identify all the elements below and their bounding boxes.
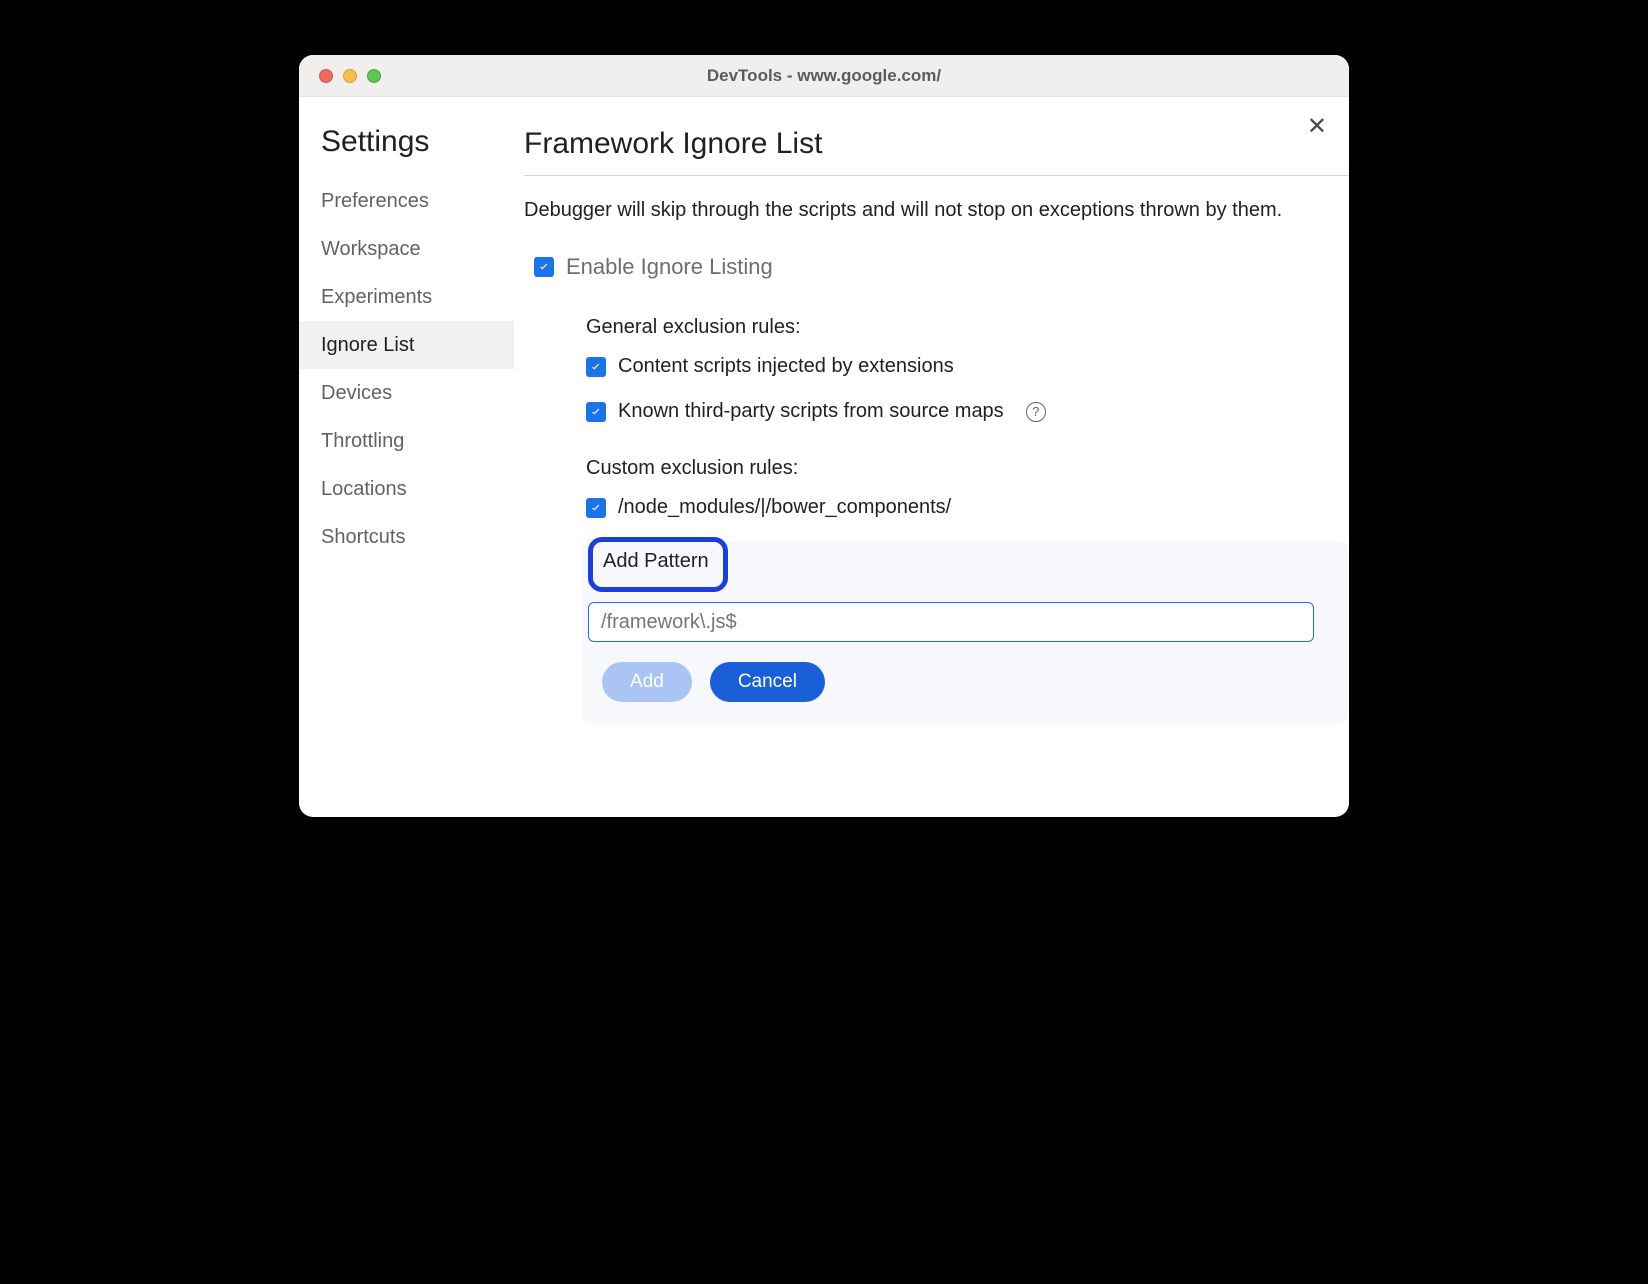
- maximize-window-button[interactable]: [367, 69, 381, 83]
- add-pattern-label: Add Pattern: [603, 550, 709, 573]
- main-panel: Framework Ignore List Debugger will skip…: [514, 97, 1349, 817]
- devtools-window: DevTools - www.google.com/ ✕ Settings Pr…: [299, 55, 1349, 817]
- sidebar-item-shortcuts[interactable]: Shortcuts: [299, 513, 514, 561]
- content-scripts-checkbox[interactable]: [586, 357, 606, 377]
- general-rules-label: General exclusion rules:: [586, 316, 1349, 339]
- sidebar-item-ignore-list[interactable]: Ignore List: [299, 321, 514, 369]
- window-title: DevTools - www.google.com/: [299, 66, 1349, 86]
- cancel-button[interactable]: Cancel: [710, 662, 825, 702]
- sidebar: Settings Preferences Workspace Experimen…: [299, 97, 514, 817]
- third-party-label: Known third-party scripts from source ma…: [618, 400, 1004, 423]
- third-party-checkbox[interactable]: [586, 402, 606, 422]
- sidebar-item-workspace[interactable]: Workspace: [299, 225, 514, 273]
- help-icon[interactable]: ?: [1026, 402, 1046, 422]
- sidebar-item-devices[interactable]: Devices: [299, 369, 514, 417]
- content-scripts-row: Content scripts injected by extensions: [586, 355, 1349, 378]
- enable-ignore-listing-row: Enable Ignore Listing: [534, 254, 1349, 280]
- add-pattern-panel: Add Pattern Add Cancel: [582, 541, 1348, 724]
- enable-ignore-listing-label: Enable Ignore Listing: [566, 254, 773, 280]
- node-modules-row: /node_modules/|/bower_components/: [586, 496, 1349, 519]
- node-modules-checkbox[interactable]: [586, 498, 606, 518]
- sidebar-title: Settings: [299, 125, 514, 177]
- third-party-row: Known third-party scripts from source ma…: [586, 400, 1349, 423]
- check-icon: [589, 360, 603, 374]
- content-area: ✕ Settings Preferences Workspace Experim…: [299, 97, 1349, 817]
- custom-rules-label: Custom exclusion rules:: [586, 457, 1349, 480]
- pattern-input[interactable]: [588, 602, 1314, 642]
- sidebar-item-locations[interactable]: Locations: [299, 465, 514, 513]
- titlebar: DevTools - www.google.com/: [299, 55, 1349, 97]
- node-modules-label: /node_modules/|/bower_components/: [618, 496, 951, 519]
- check-icon: [589, 501, 603, 515]
- traffic-lights: [299, 69, 381, 83]
- sidebar-item-preferences[interactable]: Preferences: [299, 177, 514, 225]
- close-window-button[interactable]: [319, 69, 333, 83]
- check-icon: [589, 405, 603, 419]
- sidebar-item-experiments[interactable]: Experiments: [299, 273, 514, 321]
- sidebar-item-throttling[interactable]: Throttling: [299, 417, 514, 465]
- content-scripts-label: Content scripts injected by extensions: [618, 355, 954, 378]
- page-description: Debugger will skip through the scripts a…: [524, 196, 1349, 224]
- button-row: Add Cancel: [602, 662, 1328, 702]
- minimize-window-button[interactable]: [343, 69, 357, 83]
- highlight-callout: Add Pattern: [588, 537, 728, 592]
- check-icon: [537, 260, 551, 274]
- close-icon[interactable]: ✕: [1307, 115, 1327, 139]
- add-button[interactable]: Add: [602, 662, 692, 702]
- enable-ignore-listing-checkbox[interactable]: [534, 257, 554, 277]
- page-title: Framework Ignore List: [524, 127, 1349, 176]
